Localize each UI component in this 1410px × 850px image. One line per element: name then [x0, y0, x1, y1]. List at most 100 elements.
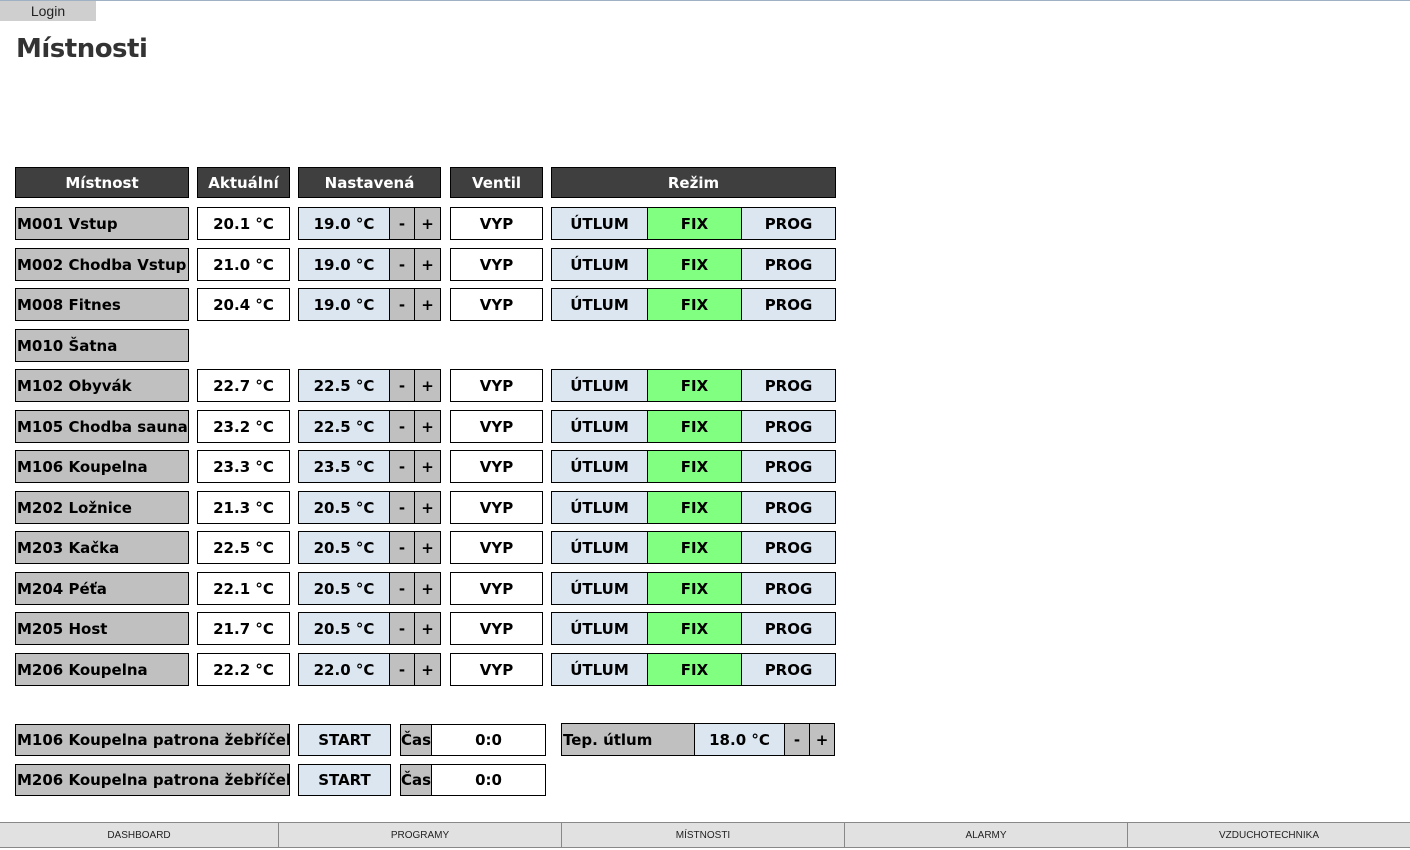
- tep-utlum-increase-button[interactable]: +: [809, 723, 835, 756]
- mode-prog-button[interactable]: PROG: [741, 369, 836, 402]
- mode-prog-button[interactable]: PROG: [741, 531, 836, 564]
- mode-fix-button[interactable]: FIX: [647, 410, 742, 443]
- mode-fix-button[interactable]: FIX: [647, 531, 742, 564]
- tep-utlum-decrease-button[interactable]: -: [784, 723, 810, 756]
- header-aktualni: Aktuální: [197, 167, 290, 198]
- room-name: M105 Chodba sauna: [15, 410, 189, 443]
- nav-programy[interactable]: PROGRAMY: [279, 823, 562, 847]
- actual-temp: 22.5 °C: [197, 531, 290, 564]
- mode-utlum-button[interactable]: ÚTLUM: [551, 288, 648, 321]
- increase-setpoint-button[interactable]: +: [414, 369, 441, 402]
- mode-utlum-button[interactable]: ÚTLUM: [551, 248, 648, 281]
- mode-utlum-button[interactable]: ÚTLUM: [551, 653, 648, 686]
- increase-setpoint-button[interactable]: +: [414, 450, 441, 483]
- decrease-setpoint-button[interactable]: -: [389, 531, 415, 564]
- mode-utlum-button[interactable]: ÚTLUM: [551, 612, 648, 645]
- setpoint-temp: 19.0 °C: [298, 248, 390, 281]
- heater-name: M206 Koupelna patrona žebříček: [15, 764, 290, 796]
- setpoint-temp: 19.0 °C: [298, 207, 390, 240]
- actual-temp: 23.2 °C: [197, 410, 290, 443]
- mode-utlum-button[interactable]: ÚTLUM: [551, 450, 648, 483]
- mode-prog-button[interactable]: PROG: [741, 491, 836, 524]
- actual-temp: 21.3 °C: [197, 491, 290, 524]
- decrease-setpoint-button[interactable]: -: [389, 288, 415, 321]
- decrease-setpoint-button[interactable]: -: [389, 207, 415, 240]
- setpoint-temp: 23.5 °C: [298, 450, 390, 483]
- setpoint-temp: 22.5 °C: [298, 410, 390, 443]
- mode-fix-button[interactable]: FIX: [647, 491, 742, 524]
- header-nastavena: Nastavená: [298, 167, 441, 198]
- increase-setpoint-button[interactable]: +: [414, 653, 441, 686]
- mode-prog-button[interactable]: PROG: [741, 612, 836, 645]
- mode-fix-button[interactable]: FIX: [647, 572, 742, 605]
- actual-temp: 21.0 °C: [197, 248, 290, 281]
- decrease-setpoint-button[interactable]: -: [389, 491, 415, 524]
- increase-setpoint-button[interactable]: +: [414, 288, 441, 321]
- mode-utlum-button[interactable]: ÚTLUM: [551, 207, 648, 240]
- actual-temp: 20.4 °C: [197, 288, 290, 321]
- valve-status: VYP: [450, 531, 543, 564]
- room-name: M102 Obyvák: [15, 369, 189, 402]
- mode-prog-button[interactable]: PROG: [741, 653, 836, 686]
- valve-status: VYP: [450, 288, 543, 321]
- mode-prog-button[interactable]: PROG: [741, 248, 836, 281]
- mode-utlum-button[interactable]: ÚTLUM: [551, 572, 648, 605]
- setpoint-temp: 22.0 °C: [298, 653, 390, 686]
- room-name: M205 Host: [15, 612, 189, 645]
- decrease-setpoint-button[interactable]: -: [389, 612, 415, 645]
- room-name: M002 Chodba Vstup: [15, 248, 189, 281]
- valve-status: VYP: [450, 572, 543, 605]
- decrease-setpoint-button[interactable]: -: [389, 450, 415, 483]
- mode-fix-button[interactable]: FIX: [647, 288, 742, 321]
- page-title: Místnosti: [16, 34, 148, 64]
- increase-setpoint-button[interactable]: +: [414, 531, 441, 564]
- mode-prog-button[interactable]: PROG: [741, 450, 836, 483]
- heater-name: M106 Koupelna patrona žebříček: [15, 724, 290, 756]
- increase-setpoint-button[interactable]: +: [414, 491, 441, 524]
- mode-utlum-button[interactable]: ÚTLUM: [551, 410, 648, 443]
- heater-start-button[interactable]: START: [298, 764, 391, 796]
- room-name: M203 Kačka: [15, 531, 189, 564]
- increase-setpoint-button[interactable]: +: [414, 612, 441, 645]
- mode-fix-button[interactable]: FIX: [647, 207, 742, 240]
- increase-setpoint-button[interactable]: +: [414, 248, 441, 281]
- valve-status: VYP: [450, 369, 543, 402]
- increase-setpoint-button[interactable]: +: [414, 572, 441, 605]
- room-name: M008 Fitnes: [15, 288, 189, 321]
- mode-prog-button[interactable]: PROG: [741, 410, 836, 443]
- setpoint-temp: 20.5 °C: [298, 491, 390, 524]
- setpoint-temp: 20.5 °C: [298, 531, 390, 564]
- decrease-setpoint-button[interactable]: -: [389, 572, 415, 605]
- actual-temp: 21.7 °C: [197, 612, 290, 645]
- mode-fix-button[interactable]: FIX: [647, 612, 742, 645]
- nav-dashboard[interactable]: DASHBOARD: [0, 823, 279, 847]
- mode-prog-button[interactable]: PROG: [741, 572, 836, 605]
- mode-fix-button[interactable]: FIX: [647, 369, 742, 402]
- setpoint-temp: 19.0 °C: [298, 288, 390, 321]
- mode-fix-button[interactable]: FIX: [647, 248, 742, 281]
- mode-fix-button[interactable]: FIX: [647, 653, 742, 686]
- decrease-setpoint-button[interactable]: -: [389, 369, 415, 402]
- heater-start-button[interactable]: START: [298, 724, 391, 756]
- mode-prog-button[interactable]: PROG: [741, 288, 836, 321]
- mode-fix-button[interactable]: FIX: [647, 450, 742, 483]
- decrease-setpoint-button[interactable]: -: [389, 410, 415, 443]
- increase-setpoint-button[interactable]: +: [414, 410, 441, 443]
- room-name: M106 Koupelna: [15, 450, 189, 483]
- actual-temp: 23.3 °C: [197, 450, 290, 483]
- room-name: M202 Ložnice: [15, 491, 189, 524]
- time-label: Čas: [400, 724, 432, 756]
- login-button[interactable]: Login: [0, 1, 96, 21]
- mode-utlum-button[interactable]: ÚTLUM: [551, 369, 648, 402]
- decrease-setpoint-button[interactable]: -: [389, 248, 415, 281]
- nav-alarmy[interactable]: ALARMY: [845, 823, 1128, 847]
- nav-mistnosti[interactable]: MÍSTNOSTI: [562, 823, 845, 847]
- bottom-nav: DASHBOARD PROGRAMY MÍSTNOSTI ALARMY VZDU…: [0, 822, 1410, 848]
- decrease-setpoint-button[interactable]: -: [389, 653, 415, 686]
- mode-utlum-button[interactable]: ÚTLUM: [551, 491, 648, 524]
- increase-setpoint-button[interactable]: +: [414, 207, 441, 240]
- mode-utlum-button[interactable]: ÚTLUM: [551, 531, 648, 564]
- nav-vzduchotechnika[interactable]: VZDUCHOTECHNIKA: [1128, 823, 1410, 847]
- valve-status: VYP: [450, 612, 543, 645]
- mode-prog-button[interactable]: PROG: [741, 207, 836, 240]
